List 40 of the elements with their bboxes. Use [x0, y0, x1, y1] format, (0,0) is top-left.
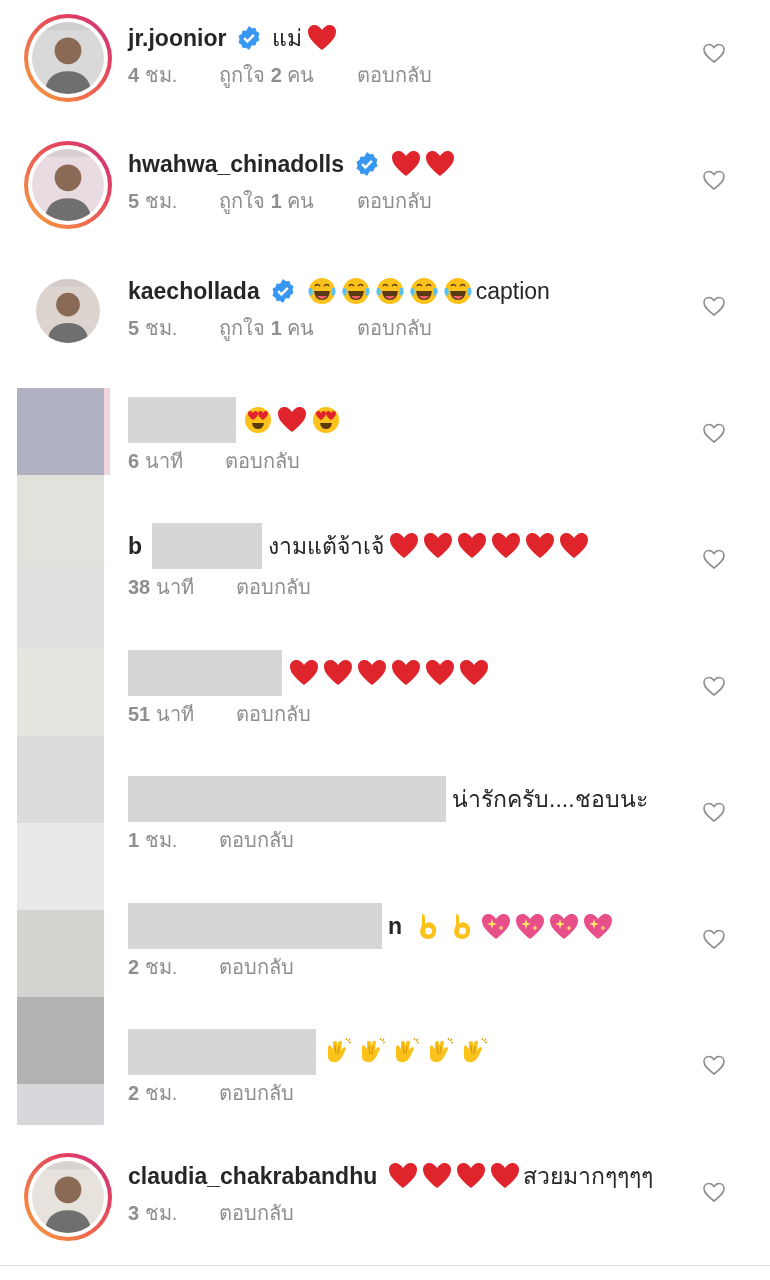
likes-count[interactable]: ถูกใจ 2 คน [219, 60, 315, 89]
username[interactable]: kaechollada [128, 277, 260, 304]
reply-link[interactable]: ตอบกลับ [356, 313, 432, 342]
likes-count[interactable]: ถูกใจ 1 คน [219, 313, 315, 342]
comment-text: แม่ [272, 24, 303, 51]
like-heart-icon[interactable] [702, 1053, 726, 1077]
comment-time: 51 นาที [128, 701, 194, 727]
username[interactable]: n [388, 912, 403, 939]
like-heart-icon[interactable] [702, 41, 726, 65]
comment-time: 3 ชม. [128, 1201, 178, 1227]
likes-count[interactable]: ถูกใจ 1 คน [219, 187, 315, 216]
reply-link[interactable]: ตอบกลับ [219, 1199, 295, 1228]
comment-time: 6 นาที [128, 448, 183, 474]
reply-link[interactable]: ตอบกลับ [219, 826, 295, 854]
username[interactable]: claudia_chakrabandhu [128, 1163, 378, 1190]
reply-link[interactable]: ตอบกลับ [219, 1079, 295, 1107]
comment-text: caption [475, 277, 550, 304]
comment-time: 2 ชม. [128, 954, 178, 980]
comment-time: 38 นาที [128, 575, 194, 600]
username[interactable]: jr.joonior [128, 24, 227, 51]
comment-text: งามแต้จ้าเจ้ [268, 533, 385, 559]
username[interactable]: hwahwa_chinadolls [128, 151, 344, 178]
reply-link[interactable]: ตอบกลับ [356, 187, 432, 216]
comment-time: 5 ชม. [128, 315, 178, 341]
verified-badge-icon [354, 151, 380, 178]
comment-time: 4 ชม. [128, 62, 178, 88]
reply-link[interactable]: ตอบกลับ [219, 952, 295, 981]
like-heart-icon[interactable] [702, 800, 726, 824]
like-heart-icon[interactable] [702, 294, 726, 318]
comment-time: 1 ชม. [128, 828, 178, 853]
username[interactable]: b [128, 533, 143, 559]
like-heart-icon[interactable] [702, 547, 726, 571]
comment-time: 5 ชม. [128, 189, 178, 215]
reply-link[interactable]: ตอบกลับ [235, 573, 311, 601]
comment-text: สวยมากๆๆๆๆ [523, 1163, 654, 1190]
reply-link[interactable]: ตอบกลับ [235, 699, 311, 728]
reply-link[interactable]: ตอบกลับ [224, 446, 300, 475]
comment-time: 2 ชม. [128, 1081, 178, 1106]
reply-link[interactable]: ตอบกลับ [356, 60, 432, 89]
comment-text: น่ารักครับ....ชอบนะ [452, 786, 648, 812]
